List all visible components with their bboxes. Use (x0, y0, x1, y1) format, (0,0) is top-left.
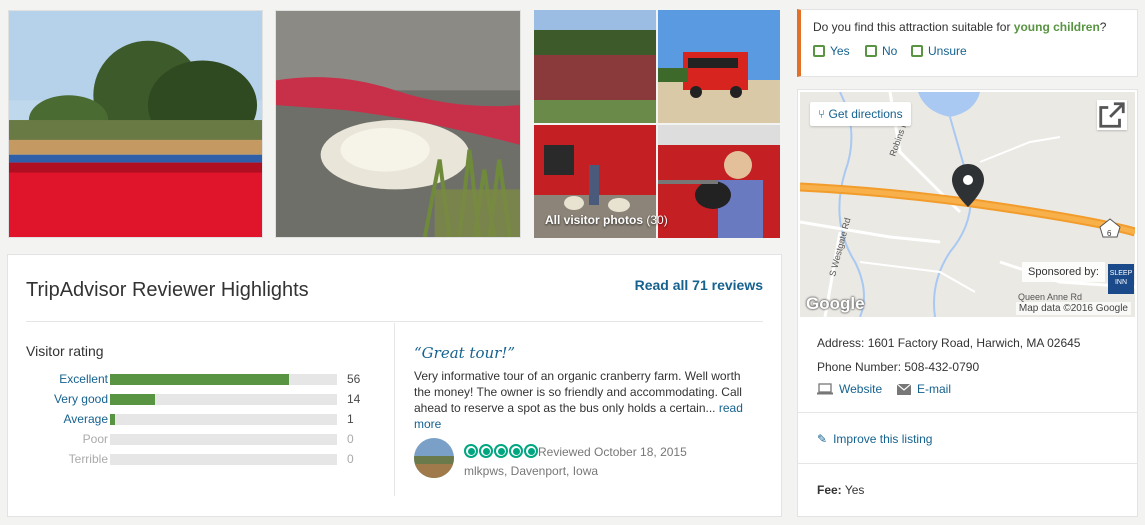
divider (26, 321, 763, 322)
reviewer-avatar[interactable] (414, 438, 454, 478)
all-photos-count: (30) (646, 213, 668, 227)
directions-icon: ⑂ (818, 107, 826, 121)
rating-count: 0 (347, 432, 354, 446)
review-snippet: Very informative tour of an organic cran… (414, 368, 759, 432)
reviewer-highlights-card: TripAdvisor Reviewer Highlights Read all… (7, 254, 782, 517)
question-keyword: young children (1013, 20, 1100, 34)
review-date: Reviewed October 18, 2015 (538, 445, 687, 459)
option-unsure[interactable]: Unsure (911, 44, 967, 58)
rating-row-excellent[interactable]: Excellent 56 (26, 372, 366, 386)
column-divider (394, 323, 395, 496)
website-link[interactable]: Website (817, 382, 882, 396)
rating-bar (110, 374, 337, 385)
improve-listing-link[interactable]: ✎ Improve this listing (817, 432, 932, 446)
pencil-icon: ✎ (817, 432, 828, 446)
email-label: E-mail (917, 382, 952, 396)
all-photos-text: All visitor photos (545, 213, 644, 227)
question-suffix: ? (1099, 20, 1107, 34)
rating-label: Excellent (59, 372, 108, 386)
external-link-icon (1099, 102, 1125, 128)
reviewer-name-location[interactable]: mlkpws, Davenport, Iowa (464, 464, 598, 478)
rating-bubble-icon (524, 444, 538, 458)
option-no[interactable]: No (865, 44, 897, 58)
rating-bubble-icon (479, 444, 493, 458)
divider (798, 412, 1137, 413)
fee-value: Yes (844, 483, 865, 497)
rating-count: 1 (347, 412, 354, 426)
rating-bar (110, 414, 337, 425)
checkbox-icon[interactable] (911, 45, 923, 57)
location-info-card: Robins Rd S Westgate Rd Queen Anne Rd 6 … (797, 89, 1138, 517)
thumb-bog[interactable] (534, 10, 656, 123)
option-label: Unsure (928, 44, 967, 58)
rating-bar (110, 454, 337, 465)
expand-map-button[interactable] (1097, 100, 1127, 130)
rating-label: Average (63, 412, 108, 426)
sponsored-by-label: Sponsored by: (1022, 262, 1105, 282)
envelope-icon (897, 383, 911, 395)
rating-label: Poor (82, 432, 108, 446)
all-visitor-photos-link[interactable]: All visitor photos (30) (545, 213, 668, 227)
rating-bar-fill (110, 374, 290, 385)
thumb-red-bus[interactable] (658, 10, 780, 123)
rating-bubble-icon (494, 444, 508, 458)
highlights-title: TripAdvisor Reviewer Highlights (26, 279, 309, 301)
rating-row-very-good[interactable]: Very good 14 (26, 392, 366, 406)
suitability-question-card: Do you find this attraction suitable for… (797, 9, 1138, 77)
checkbox-icon[interactable] (865, 45, 877, 57)
visitor-rating-title: Visitor rating (26, 343, 104, 359)
divider (798, 463, 1137, 464)
map-route-shield-label: 6 (1107, 229, 1112, 238)
review-text: Very informative tour of an organic cran… (414, 369, 742, 415)
laptop-icon (817, 383, 833, 395)
thumb-woman-sheep[interactable] (658, 125, 780, 238)
rating-bar-fill (110, 414, 115, 425)
rating-count: 0 (347, 452, 354, 466)
get-directions-button[interactable]: ⑂ Get directions (810, 102, 911, 126)
website-label: Website (839, 382, 883, 396)
rating-row-terrible: Terrible 0 (26, 452, 366, 466)
option-yes[interactable]: Yes (813, 44, 850, 58)
bubble-rating (464, 444, 538, 458)
visitor-photo-grid[interactable] (534, 10, 780, 238)
rating-bar (110, 394, 337, 405)
option-label: Yes (830, 44, 850, 58)
photo-cranberry-bog[interactable] (8, 10, 263, 238)
improve-label: Improve this listing (833, 432, 933, 446)
option-label: No (882, 44, 898, 58)
google-logo: Google (806, 294, 865, 313)
fee-info: Fee: Yes (817, 483, 864, 497)
rating-count: 56 (347, 372, 361, 386)
rating-bubble-icon (464, 444, 478, 458)
rating-label: Very good (53, 392, 108, 406)
email-link[interactable]: E-mail (897, 382, 951, 396)
rating-row-average[interactable]: Average 1 (26, 412, 366, 426)
rating-bar (110, 434, 337, 445)
checkbox-icon[interactable] (813, 45, 825, 57)
sleep-inn-logo[interactable]: SLEEP INN (1108, 264, 1134, 294)
rating-row-poor: Poor 0 (26, 432, 366, 446)
rating-bubble-icon (509, 444, 523, 458)
map-data-attribution: Map data ©2016 Google (1015, 302, 1131, 315)
question-text: Do you find this attraction suitable for (813, 20, 1011, 34)
review-quote-title[interactable]: “Great tour!” (414, 344, 515, 362)
rating-label: Terrible (68, 452, 108, 466)
location-map[interactable]: Robins Rd S Westgate Rd Queen Anne Rd 6 … (800, 92, 1135, 317)
rating-bar-fill (110, 394, 156, 405)
map-road-label: Queen Anne Rd (1018, 292, 1082, 302)
address-text: Address: 1601 Factory Road, Harwich, MA … (817, 336, 1081, 350)
fee-label: Fee: (817, 483, 842, 497)
directions-label: Get directions (828, 107, 903, 121)
rating-count: 14 (347, 392, 361, 406)
phone-text: Phone Number: 508-432-0790 (817, 360, 980, 374)
read-all-reviews-link[interactable]: Read all 71 reviews (635, 277, 763, 293)
photo-cranberry-harvest[interactable] (275, 10, 521, 238)
suitability-question: Do you find this attraction suitable for… (813, 20, 1106, 34)
